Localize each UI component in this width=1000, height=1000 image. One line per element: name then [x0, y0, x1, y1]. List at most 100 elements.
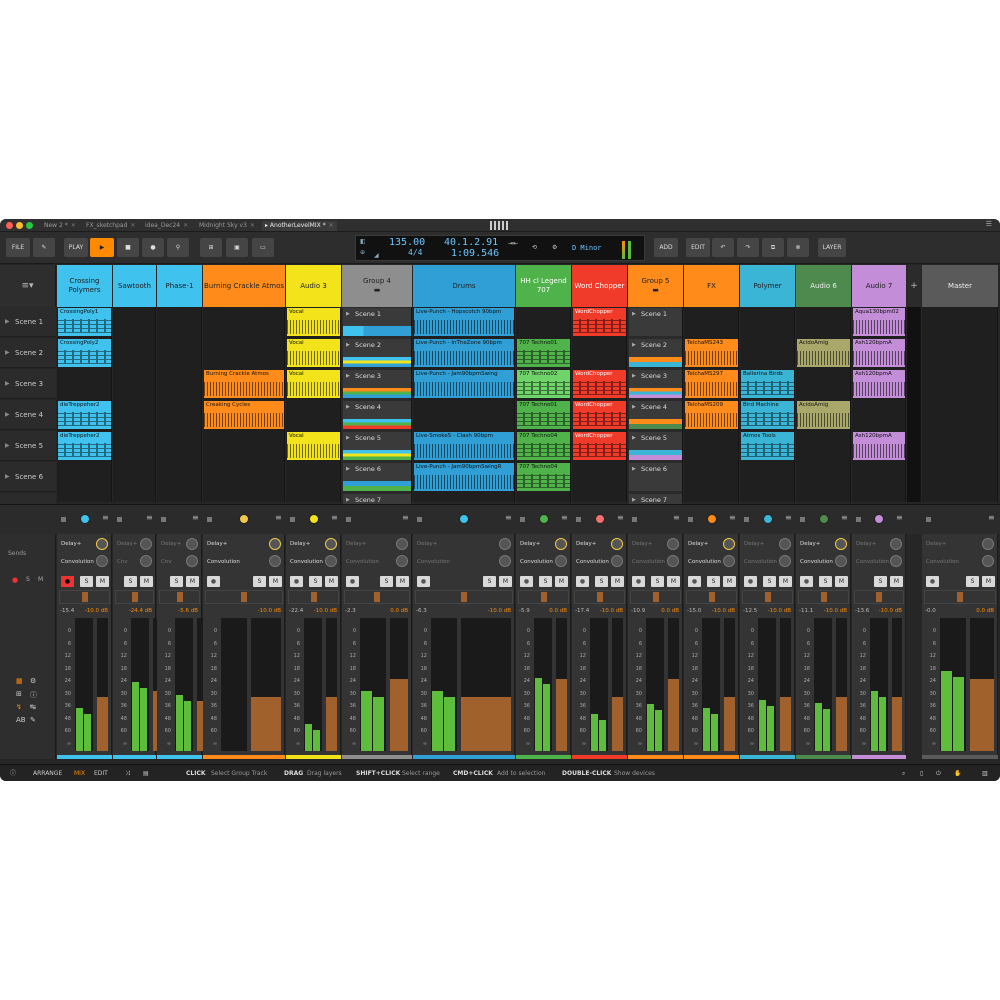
clip[interactable]: Ash120bpmA	[853, 432, 905, 460]
device-toggle-icon[interactable]	[926, 517, 931, 522]
device-toggle-icon[interactable]	[161, 517, 166, 522]
send-knob[interactable]	[186, 538, 198, 550]
send-knob[interactable]	[325, 538, 337, 550]
edit-tab[interactable]: EDIT	[94, 765, 108, 781]
device-list-icon[interactable]: ≡	[673, 513, 680, 522]
group-scene-slot[interactable]: Scene 6	[629, 463, 682, 491]
display-icon[interactable]: ▭	[252, 238, 274, 257]
pan-slider[interactable]	[415, 590, 513, 604]
send-knob[interactable]	[890, 538, 902, 550]
device-knob[interactable]	[594, 514, 605, 524]
io-icon[interactable]: ↹	[30, 703, 36, 711]
solo-button[interactable]: S	[651, 576, 664, 587]
clip[interactable]: Vocal	[287, 370, 340, 398]
minimize-window-icon[interactable]	[16, 222, 23, 229]
device-list-icon[interactable]: ≡	[896, 513, 903, 522]
device-list-icon[interactable]: ≡	[146, 513, 153, 522]
position-display[interactable]: 40.1.2.91	[444, 237, 498, 248]
mute-button[interactable]: M	[140, 576, 153, 587]
solo-button[interactable]: S	[874, 576, 887, 587]
send-knob[interactable]	[499, 538, 511, 550]
solo-button[interactable]: S	[595, 576, 608, 587]
tab-project[interactable]: Midnight Sky v3 ✕	[199, 221, 255, 231]
volume-value[interactable]: -10.0 dB	[258, 608, 281, 614]
record-arm-icon[interactable]: ●	[61, 576, 74, 587]
comment-icon[interactable]: ✎	[30, 716, 36, 724]
edit-notes-icon[interactable]: ✎	[33, 238, 55, 257]
pan-slider[interactable]	[115, 590, 154, 604]
mute-button[interactable]: M	[186, 576, 199, 587]
solo-button[interactable]: S	[80, 576, 93, 587]
scene-launcher[interactable]: Scene 1	[0, 307, 56, 337]
clip[interactable]: Ballerina Birds	[741, 370, 794, 398]
device-toggle-icon[interactable]	[61, 517, 66, 522]
volume-value[interactable]: -5.6 dB	[178, 608, 198, 614]
volume-fader[interactable]	[970, 679, 994, 751]
pan-slider[interactable]	[630, 590, 681, 604]
volume-value[interactable]: 0.0 dB	[976, 608, 994, 614]
device-toggle-icon[interactable]	[800, 517, 805, 522]
clip[interactable]: WordChopper	[573, 401, 626, 429]
punch-icon[interactable]: ⇥⇤	[508, 240, 518, 247]
hand-icon[interactable]: ✋	[954, 765, 961, 781]
device-knob[interactable]	[79, 514, 90, 524]
volume-fader[interactable]	[836, 697, 847, 751]
folder-icon[interactable]: ▬	[374, 286, 381, 295]
volume-fader[interactable]	[780, 697, 791, 751]
device-toggle-icon[interactable]	[632, 517, 637, 522]
clip[interactable]: Live-Punch - Jam90bpmSwing	[414, 370, 514, 398]
group-track-header[interactable]: Group 4 ▬	[342, 265, 412, 307]
tab-project[interactable]: idea_Dec24 ✕	[145, 221, 188, 231]
send-knob[interactable]	[96, 555, 108, 567]
group-scene-slot[interactable]: Scene 6	[343, 463, 411, 491]
device-toggle-icon[interactable]	[117, 517, 122, 522]
clip[interactable]: Aqua130bpm02	[853, 308, 905, 336]
send-knob[interactable]	[96, 538, 108, 550]
info-icon[interactable]: ⓘ	[10, 765, 16, 781]
play-icon[interactable]: ▶	[90, 238, 114, 257]
clip[interactable]: WordChopper	[573, 308, 626, 336]
clip[interactable]: Creaking Cycles	[204, 401, 284, 429]
master-track-header[interactable]: Master	[922, 265, 998, 307]
mix-tab[interactable]: MIX	[74, 765, 85, 781]
solo-button[interactable]: S	[966, 576, 979, 587]
send-knob[interactable]	[555, 555, 567, 567]
mute-button[interactable]: M	[96, 576, 109, 587]
clip[interactable]: Burning Crackle Atmos	[204, 370, 284, 398]
solo-button[interactable]: S	[483, 576, 496, 587]
track-header[interactable]: Crossing Polymers	[57, 265, 112, 307]
mute-button[interactable]: M	[269, 576, 282, 587]
device-list-icon[interactable]: ≡	[841, 513, 848, 522]
volume-value[interactable]: 0.0 dB	[661, 608, 679, 614]
edit-button[interactable]: EDIT	[686, 238, 710, 257]
clip[interactable]: TelchaMS209	[685, 401, 738, 429]
mute-button[interactable]: M	[396, 576, 409, 587]
clip[interactable]: TelchaMS243	[685, 339, 738, 367]
device-toggle-icon[interactable]	[688, 517, 693, 522]
mute-icon[interactable]: M	[38, 576, 43, 583]
track-header[interactable]: Sawtooth	[113, 265, 156, 307]
clip[interactable]: Ash120bpmA	[853, 370, 905, 398]
send-knob[interactable]	[890, 555, 902, 567]
record-arm-icon[interactable]: ●	[290, 576, 303, 587]
track-header[interactable]: Phase-1	[157, 265, 202, 307]
clip[interactable]: 707 Techno04	[517, 463, 570, 491]
close-icon[interactable]: ✕	[130, 222, 135, 229]
copy-icon[interactable]: ⧉	[762, 238, 784, 257]
record-arm-icon[interactable]: ●	[346, 576, 359, 587]
group-scene-slot[interactable]: Scene 4	[343, 401, 411, 429]
device-list-icon[interactable]: ≡	[729, 513, 736, 522]
scene-launcher[interactable]: Scene 5	[0, 431, 56, 461]
clip[interactable]: Live-Punch - Jam90bpmSwingR	[414, 463, 514, 491]
close-icon[interactable]: ✕	[183, 222, 188, 229]
volume-value[interactable]: -10.0 dB	[85, 608, 108, 614]
clip[interactable]: Vocal	[287, 339, 340, 367]
scene-launcher[interactable]: Scene 3	[0, 369, 56, 399]
mute-button[interactable]: M	[325, 576, 338, 587]
keyboard-icon[interactable]: ▥	[982, 765, 988, 781]
device-knob[interactable]	[308, 514, 319, 524]
play-label-button[interactable]: PLAY	[64, 238, 88, 257]
device-knob[interactable]	[459, 514, 469, 524]
volume-fader[interactable]	[724, 697, 735, 751]
send-knob[interactable]	[140, 538, 152, 550]
